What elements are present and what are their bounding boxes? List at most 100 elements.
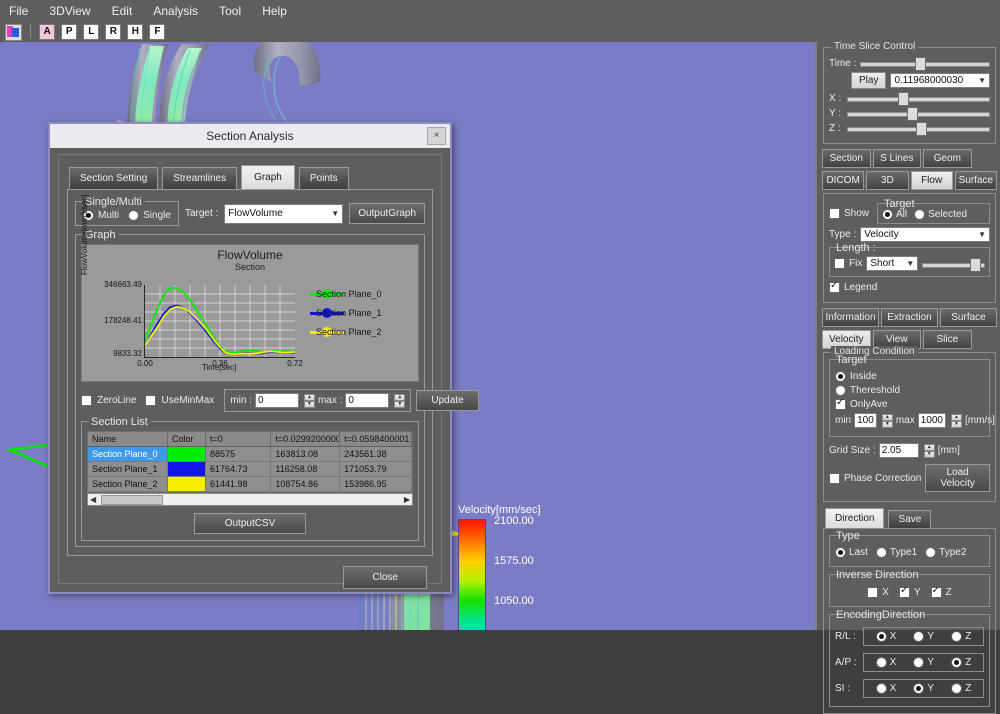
close-icon[interactable]: × [427,127,446,145]
tab-section[interactable]: Section [822,149,871,168]
cell-color-swatch[interactable] [167,477,206,491]
menu-item-help[interactable]: Help [253,0,296,22]
grid-size-input[interactable]: 2.05 [878,443,919,458]
tab-surface-lower[interactable]: Surface [940,308,997,327]
tab-flow[interactable]: Flow [910,171,953,190]
time-slider[interactable] [860,57,990,71]
x-slider[interactable] [847,92,990,106]
max-stepper[interactable]: ▲ ▼ [950,413,962,428]
onlyave-checkbox[interactable] [835,397,846,410]
toolbar-button-foot[interactable]: F [149,24,166,40]
target-selected-radio[interactable] [914,209,926,220]
encoding-ap-y-radio[interactable] [913,657,925,668]
tab-surface[interactable]: Surface [954,171,997,190]
toolbar-button-posterior[interactable]: P [61,24,78,40]
tab-points[interactable]: Points [298,167,349,189]
column-header-t1[interactable]: t=0.0299200000 [271,432,341,446]
play-button[interactable]: Play [851,72,887,89]
menu-item-edit[interactable]: Edit [103,0,142,22]
tab-geom[interactable]: Geom [923,149,972,168]
length-slider[interactable] [922,257,985,272]
time-slider-thumb[interactable] [914,57,926,71]
tab-direction[interactable]: Direction [825,508,885,528]
tab-slice[interactable]: Slice [923,330,972,349]
z-slider[interactable] [847,122,990,136]
close-button[interactable]: Close [343,566,427,589]
phase-correction-checkbox[interactable] [829,472,840,484]
time-value-dropdown[interactable]: 0.11968000030 ▼ [890,73,990,88]
type-dropdown[interactable]: Velocity ▼ [860,227,990,242]
scroll-right-icon[interactable]: ▶ [402,495,412,504]
graph-max-stepper[interactable]: ▲ ▼ [394,393,406,408]
menu-item-file[interactable]: File [0,0,37,22]
cell-color-swatch[interactable] [167,447,206,461]
table-row[interactable]: Section Plane_2 61441.98 108754.86 15398… [88,477,412,492]
y-slider[interactable] [847,107,990,121]
thereshold-radio[interactable] [835,385,846,396]
tab-3d[interactable]: 3D [866,171,909,190]
column-header-color[interactable]: Color [168,432,206,446]
menu-item-analysis[interactable]: Analysis [144,0,207,22]
length-dropdown[interactable]: Short ▼ [866,256,919,271]
toolbar-button-anterior[interactable]: A [39,24,56,40]
type2-radio[interactable] [925,547,937,558]
encoding-rl-y-radio[interactable] [913,631,925,642]
menu-item-3dview[interactable]: 3DView [40,0,99,22]
cell-color-swatch[interactable] [167,462,206,476]
encoding-rl-x-radio[interactable] [875,631,887,642]
column-header-t0[interactable]: t=0 [206,432,272,446]
menu-item-tool[interactable]: Tool [210,0,250,22]
column-header-t2[interactable]: t=0.0598400001 [340,432,412,446]
graph-max-input[interactable]: 0 [345,393,390,408]
toolbar-button-right[interactable]: R [105,24,122,40]
tab-s-lines[interactable]: S Lines [872,149,922,168]
zeroline-checkbox[interactable] [81,395,92,406]
tab-information[interactable]: Information [822,308,879,327]
show-checkbox[interactable] [829,208,840,219]
target-all-radio[interactable] [882,209,894,220]
graph-target-dropdown[interactable]: FlowVolume ▼ [224,203,344,224]
x-slider-thumb[interactable] [898,92,910,106]
grid-size-stepper[interactable]: ▲ ▼ [923,443,935,458]
legend-checkbox[interactable] [829,280,840,293]
scroll-left-icon[interactable]: ◀ [88,495,98,504]
min-stepper[interactable]: ▲ ▼ [881,413,893,428]
tab-graph[interactable]: Graph [241,165,295,189]
inverse-y-checkbox[interactable] [898,585,910,598]
output-csv-button[interactable]: OutputCSV [193,513,307,534]
output-graph-button[interactable]: OutputGraph [349,203,425,224]
max-input[interactable]: 1000 [917,413,946,428]
inverse-x-checkbox[interactable] [867,587,879,598]
encoding-ap-x-radio[interactable] [875,657,887,668]
column-header-name[interactable]: Name [88,432,168,446]
table-horizontal-scrollbar[interactable]: ◀ ▶ [87,493,413,506]
encoding-si-x-radio[interactable] [875,683,887,694]
graph-min-stepper[interactable]: ▲ ▼ [303,393,315,408]
y-slider-thumb[interactable] [907,107,919,121]
encoding-si-y-radio[interactable] [913,683,925,694]
encoding-si-z-radio[interactable] [951,683,963,694]
type-last-radio[interactable] [835,547,846,558]
length-slider-thumb[interactable] [969,257,981,272]
section-list-table[interactable]: Name Color t=0 t=0.0299200000 t=0.059840… [87,431,413,493]
tab-streamlines[interactable]: Streamlines [162,167,238,189]
type1-radio[interactable] [875,547,887,558]
tab-extraction[interactable]: Extraction [881,308,938,327]
min-input[interactable]: 100 [854,413,877,428]
graph-min-input[interactable]: 0 [254,393,299,408]
tab-save[interactable]: Save [888,510,932,528]
table-row[interactable]: Section Plane_0 88575 163813.08 243561.3… [88,447,412,462]
toolbar-button-left[interactable]: L [83,24,100,40]
section-analysis-dialog[interactable]: Section Analysis × Section Setting Strea… [48,122,479,594]
inside-radio[interactable] [835,371,846,382]
load-velocity-button[interactable]: Load Velocity [925,464,990,492]
tab-section-setting[interactable]: Section Setting [69,167,159,189]
tab-dicom[interactable]: DICOM [822,171,865,190]
fix-checkbox[interactable] [834,258,845,269]
useminmax-checkbox[interactable] [145,395,157,406]
single-radio[interactable] [128,210,140,221]
inverse-z-checkbox[interactable] [930,585,942,598]
app-logo-icon[interactable] [5,24,22,41]
table-row[interactable]: Section Plane_1 61764.73 116258.08 17105… [88,462,412,477]
encoding-ap-z-radio[interactable] [951,657,963,668]
